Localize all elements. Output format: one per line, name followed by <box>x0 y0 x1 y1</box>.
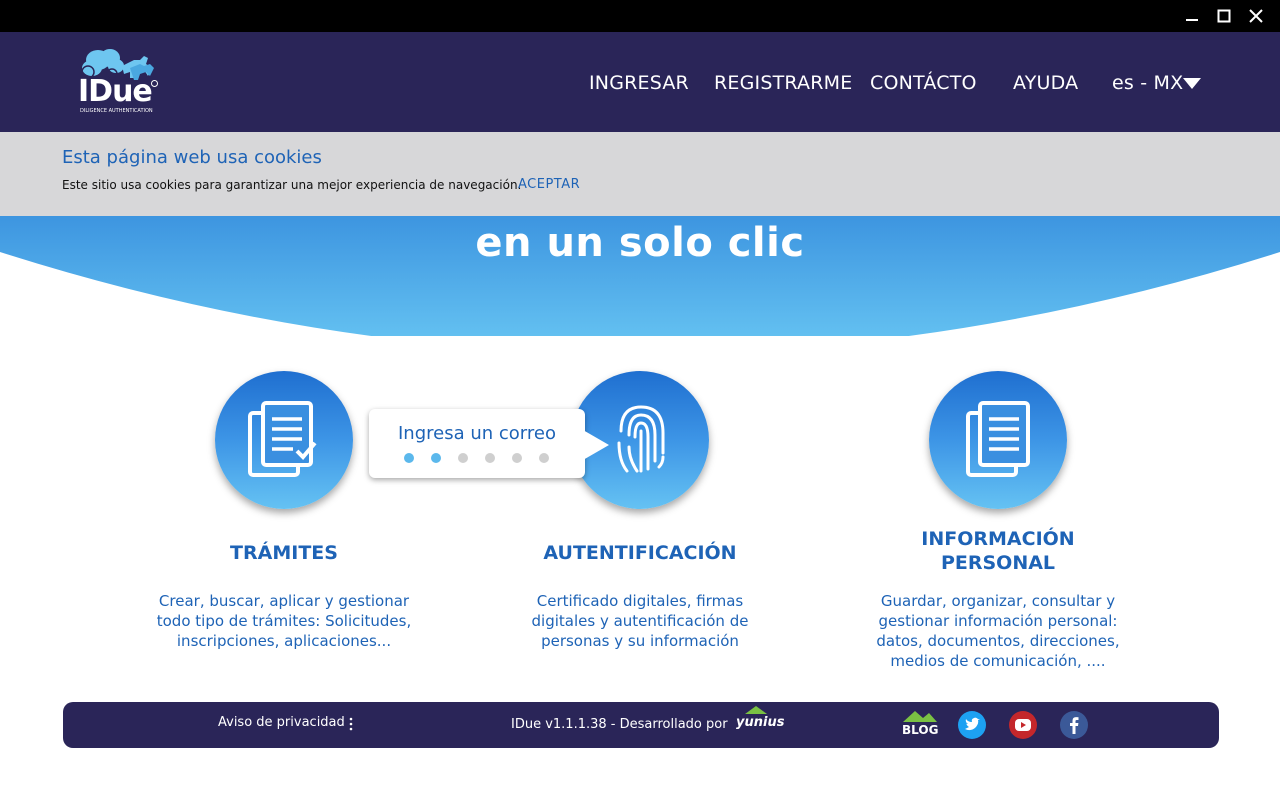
twitter-icon <box>958 711 986 739</box>
window-titlebar <box>0 0 1280 32</box>
cookie-banner: Esta página web usa cookies Este sitio u… <box>0 132 1280 216</box>
email-tooltip: Ingresa un correo <box>369 409 585 478</box>
feature-desc-tramites: Crear, buscar, aplicar y gestionar todo … <box>134 591 434 651</box>
close-icon[interactable] <box>1246 6 1266 26</box>
desc-line: inscripciones, aplicaciones... <box>176 632 392 650</box>
desc-line: gestionar información personal: <box>878 612 1118 630</box>
facebook-link[interactable] <box>1059 710 1089 744</box>
desc-line: Guardar, organizar, consultar y <box>880 592 1116 610</box>
nav-ingresar[interactable]: INGRESAR <box>589 72 689 96</box>
feature-desc-autentificacion: Certificado digitales, firmas digitales … <box>490 591 790 651</box>
cookie-accept-button[interactable]: ACEPTAR <box>518 177 580 192</box>
yunius-mark-icon <box>745 706 767 714</box>
progress-dot <box>485 453 495 463</box>
desc-line: todo tipo de trámites: Solicitudes, <box>156 612 412 630</box>
yunius-logo[interactable]: yunius <box>736 715 784 730</box>
nav-registrarme[interactable]: REGISTRARME <box>714 72 852 96</box>
feature-title-informacion: INFORMACIÓN PERSONAL <box>878 527 1118 575</box>
progress-dot <box>539 453 549 463</box>
document-icon <box>966 401 1030 477</box>
maximize-icon[interactable] <box>1214 6 1234 26</box>
youtube-icon <box>1009 711 1037 739</box>
informacion-circle[interactable] <box>929 371 1067 509</box>
site-header: IDue DILIGENCE AUTHENTICATION INGRESAR R… <box>0 32 1280 132</box>
title-line: PERSONAL <box>940 552 1056 574</box>
site-footer: Aviso de privacidad IDue v1.1.1.38 - Des… <box>63 702 1219 748</box>
blog-link[interactable]: BLOG <box>899 708 941 744</box>
progress-dot <box>431 453 441 463</box>
hero-title: en un solo clic <box>475 220 805 266</box>
desc-line: Certificado digitales, firmas <box>536 592 744 610</box>
minimize-icon[interactable] <box>1182 6 1202 26</box>
progress-dot <box>404 453 414 463</box>
tooltip-text: Ingresa un correo <box>398 423 556 444</box>
progress-dot <box>512 453 522 463</box>
feature-desc-informacion: Guardar, organizar, consultar y gestiona… <box>848 591 1148 671</box>
cookie-title: Esta página web usa cookies <box>62 147 322 168</box>
blog-label: BLOG <box>902 723 939 737</box>
logo-registered-icon <box>151 80 158 87</box>
twitter-link[interactable] <box>957 710 987 744</box>
version-text: IDue v1.1.1.38 - Desarrollado por <box>511 717 728 732</box>
nav-ayuda[interactable]: AYUDA <box>1013 72 1078 96</box>
desc-line: medios de comunicación, .... <box>890 652 1106 670</box>
privacy-link[interactable]: Aviso de privacidad <box>218 715 345 730</box>
cookie-text: Este sitio usa cookies para garantizar u… <box>62 178 522 192</box>
youtube-link[interactable] <box>1008 710 1038 744</box>
chevron-down-icon[interactable] <box>1183 78 1201 90</box>
feature-title-autentificacion: AUTENTIFICACIÓN <box>543 542 737 564</box>
language-selector[interactable]: es - MX <box>1112 72 1183 96</box>
desc-line: personas y su información <box>541 632 739 650</box>
title-line: INFORMACIÓN <box>921 528 1075 550</box>
tramites-circle[interactable] <box>215 371 353 509</box>
documents-check-icon <box>248 401 317 477</box>
idue-logo[interactable]: IDue DILIGENCE AUTHENTICATION <box>78 46 160 118</box>
nav-contacto[interactable]: CONTÁCTO <box>870 72 977 96</box>
blog-icon <box>903 711 937 722</box>
desc-line: digitales y autentificación de <box>531 612 749 630</box>
more-vertical-icon[interactable] <box>349 716 353 732</box>
logo-text: IDue <box>78 74 153 109</box>
facebook-icon <box>1060 711 1088 739</box>
feature-title-tramites: TRÁMITES <box>230 542 338 564</box>
tooltip-arrow <box>583 430 609 460</box>
desc-line: datos, documentos, direcciones, <box>876 632 1120 650</box>
progress-dot <box>458 453 468 463</box>
desc-line: Crear, buscar, aplicar y gestionar <box>158 592 410 610</box>
logo-subtext: DILIGENCE AUTHENTICATION <box>80 108 153 114</box>
